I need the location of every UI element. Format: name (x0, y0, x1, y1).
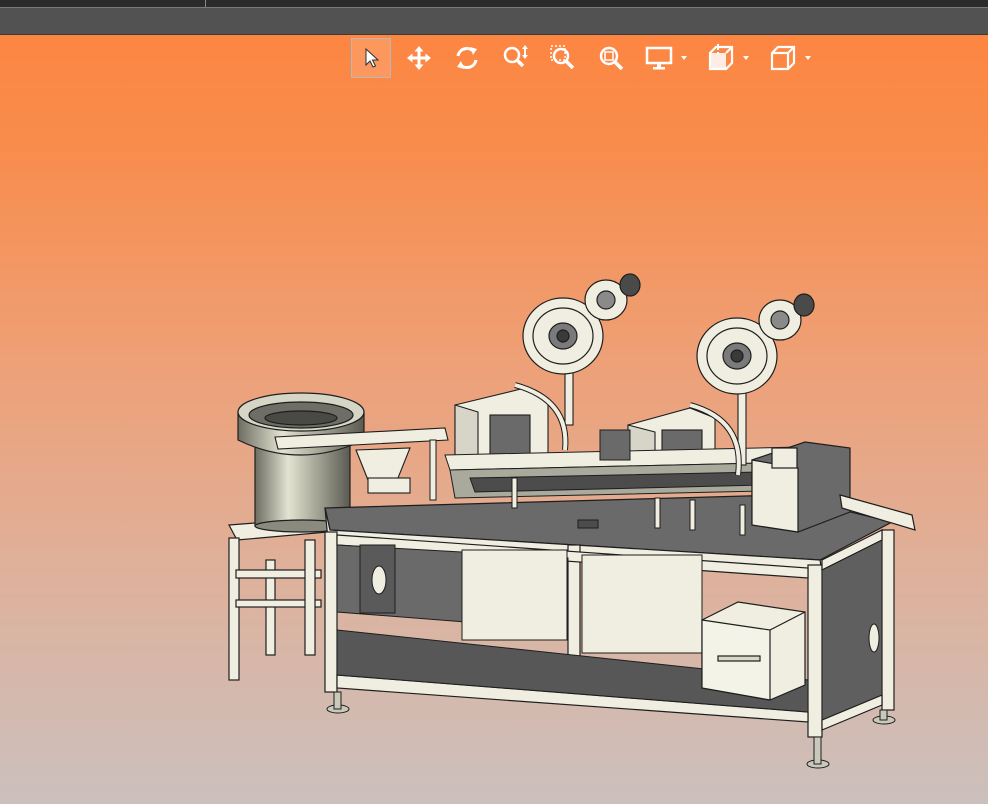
feeder-stand (228, 517, 329, 681)
3d-viewport[interactable] (0, 34, 988, 804)
viewer-title-bar (0, 0, 988, 35)
assembly-machine-model (228, 273, 916, 769)
reel-2 (696, 293, 815, 395)
output-module (751, 441, 916, 533)
document-tab-strip (0, 0, 988, 8)
drawer-box (701, 601, 806, 701)
tab-divider (205, 0, 206, 7)
reel-1 (522, 273, 641, 375)
